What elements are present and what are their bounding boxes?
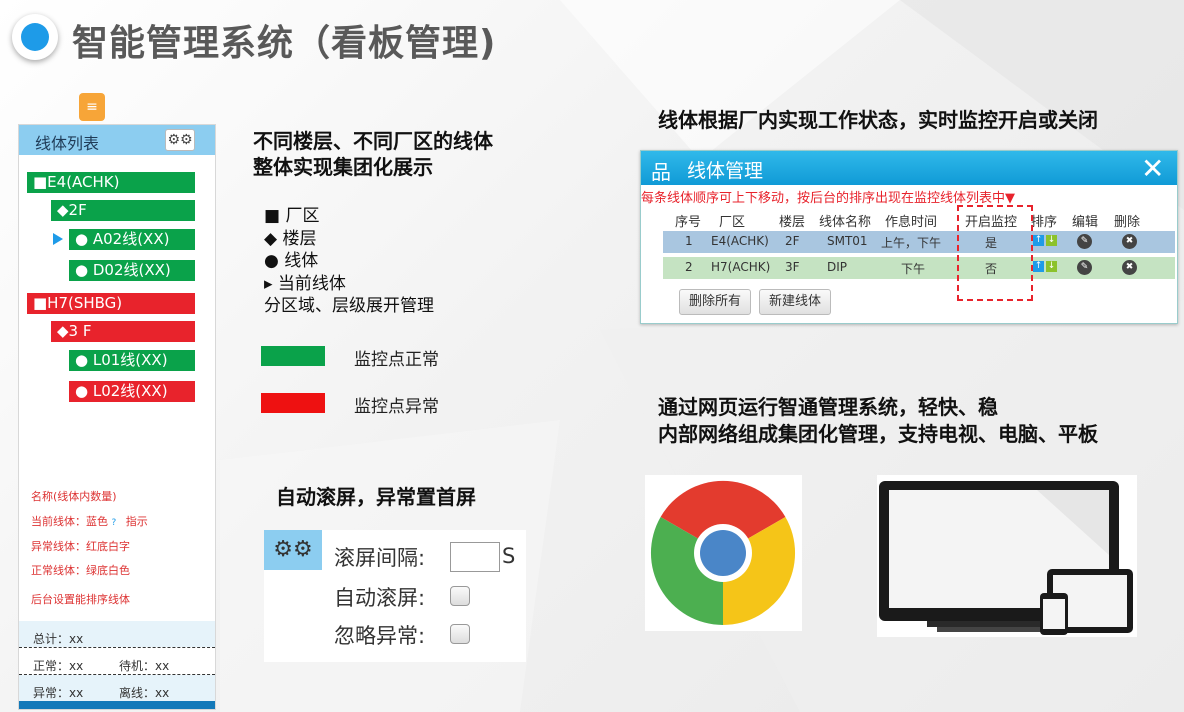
scroll-interval-label: 滚屏间隔: bbox=[334, 546, 426, 570]
col-header-delete: 删除 bbox=[1114, 215, 1141, 230]
line-management-dialog: 品 线体管理 ✕ 每条线体顺序可上下移动，按后台的排序出现在监控线体列表中▼ 序… bbox=[640, 150, 1178, 324]
cell-schedule: 下午 bbox=[901, 262, 926, 276]
scroll-interval-input[interactable] bbox=[450, 542, 500, 572]
sidebar-footer-bar bbox=[19, 701, 215, 709]
stat-offline: 离线：xx bbox=[119, 686, 170, 700]
dialog-note: 每条线体顺序可上下移动，按后台的排序出现在监控线体列表中▼ bbox=[641, 191, 1015, 206]
normal-legend-label: 监控点正常 bbox=[354, 350, 439, 370]
scroll-interval-unit: S bbox=[502, 544, 516, 568]
edit-icon[interactable]: ✎ bbox=[1077, 260, 1092, 275]
delete-icon[interactable]: ✖ bbox=[1122, 260, 1137, 275]
auto-scroll-checkbox[interactable] bbox=[450, 586, 470, 606]
cell-line-name: DIP bbox=[827, 260, 848, 274]
delete-all-button[interactable]: 删除所有 bbox=[679, 289, 752, 315]
monitor-column-highlight bbox=[957, 205, 1033, 301]
tree-node-line-a02[interactable]: ● A02线(XX) bbox=[69, 229, 195, 250]
new-line-button[interactable]: 新建线体 bbox=[759, 289, 832, 315]
tree-node-factory-e4[interactable]: ■E4(ACHK) bbox=[27, 172, 195, 193]
current-line-arrow-icon bbox=[53, 233, 63, 245]
dialog-titlebar: 品 线体管理 ✕ bbox=[641, 151, 1177, 185]
cell-factory: H7(ACHK) bbox=[711, 260, 771, 274]
cell-floor: 3F bbox=[785, 260, 800, 274]
legend-current-note: 当前线体：蓝色 ? 指示 bbox=[31, 513, 148, 529]
ignore-abnormal-checkbox[interactable] bbox=[450, 624, 470, 644]
bullet-zoning-note: 分区域、层级展开管理 bbox=[264, 296, 434, 316]
sort-down-icon[interactable]: ↓ bbox=[1046, 235, 1057, 246]
cell-line-name: SMT01 bbox=[827, 234, 868, 248]
monitor-heading: 线体根据厂内实现工作状态，实时监控开启或关闭 bbox=[658, 108, 1098, 132]
legend-name-note: 名称(线体内数量) bbox=[31, 490, 117, 503]
line-list-title: 线体列表 bbox=[35, 134, 100, 153]
close-icon[interactable]: ✕ bbox=[1141, 152, 1164, 185]
col-header-schedule: 作息时间 bbox=[885, 215, 938, 230]
stat-divider bbox=[19, 674, 215, 675]
sort-down-icon[interactable]: ↓ bbox=[1046, 261, 1057, 272]
cell-factory: E4(ACHK) bbox=[711, 234, 769, 248]
bullet-current-line: ▸ 当前线体 bbox=[264, 273, 346, 294]
middle-heading-line1: 不同楼层、不同厂区的线体 bbox=[253, 129, 493, 153]
legend-current-marker: ? bbox=[111, 518, 117, 528]
col-header-floor: 楼层 bbox=[779, 215, 806, 230]
chrome-logo-card bbox=[645, 475, 802, 631]
web-heading-line1: 通过网页运行智通管理系统，轻快、稳 bbox=[658, 395, 998, 419]
legend-current-prefix: 当前线体：蓝色 bbox=[31, 515, 108, 528]
legend-normal-note: 正常线体：绿底白色 bbox=[31, 564, 130, 577]
chrome-browser-icon bbox=[650, 480, 796, 625]
stat-standby: 待机：xx bbox=[119, 659, 170, 673]
title-bullet-icon bbox=[12, 14, 58, 60]
web-heading-line2: 内部网络组成集团化管理，支持电视、电脑、平板 bbox=[658, 422, 1098, 446]
sitemap-icon: 品 bbox=[651, 160, 671, 184]
table-row[interactable]: 2 H7(ACHK) 3F DIP 下午 否 ↑ ↓ ✎ ✖ bbox=[663, 257, 1175, 279]
scroll-settings-panel: ⚙⚙ 滚屏间隔: S 自动滚屏: 忽略异常: bbox=[264, 530, 526, 662]
line-list-header: 线体列表 ⚙⚙ bbox=[19, 125, 215, 155]
line-list-panel: 线体列表 ⚙⚙ ■E4(ACHK) ◆2F ● A02线(XX) ● D02线(… bbox=[18, 124, 216, 710]
tree-node-factory-h7[interactable]: ■H7(SHBG) bbox=[27, 293, 195, 314]
legend-current-suffix: 指示 bbox=[125, 515, 148, 528]
devices-card bbox=[877, 475, 1137, 637]
stat-divider bbox=[19, 647, 215, 648]
tv-computer-tablet-icon bbox=[879, 481, 1133, 635]
hierarchy-bullet-list: ■ 厂区 ◆ 楼层 ● 线体 ▸ 当前线体 分区域、层级展开管理 bbox=[264, 205, 434, 318]
bullet-line: ● 线体 bbox=[264, 251, 319, 271]
cell-floor: 2F bbox=[785, 234, 800, 248]
bullet-factory: ■ 厂区 bbox=[264, 206, 320, 226]
cell-schedule: 上午，下午 bbox=[881, 236, 942, 250]
table-row[interactable]: 1 E4(ACHK) 2F SMT01 上午，下午 是 ↑ ↓ ✎ ✖ bbox=[663, 231, 1175, 253]
dialog-title: 线体管理 bbox=[687, 160, 764, 182]
stat-abnormal: 异常：xx bbox=[33, 686, 84, 700]
gear-icon[interactable]: ⚙⚙ bbox=[264, 530, 322, 570]
abnormal-legend-label: 监控点异常 bbox=[354, 397, 439, 417]
delete-icon[interactable]: ✖ bbox=[1122, 234, 1137, 249]
cell-no: 2 bbox=[685, 260, 693, 274]
col-header-factory: 厂区 bbox=[719, 215, 746, 230]
col-header-line-name: 线体名称 bbox=[819, 215, 872, 230]
tree-node-floor-3f[interactable]: ◆3 F bbox=[51, 321, 195, 342]
stat-total: 总计：xx bbox=[33, 632, 84, 646]
cell-no: 1 bbox=[685, 234, 693, 248]
ignore-abnormal-label: 忽略异常: bbox=[334, 624, 426, 648]
page-title: 智能管理系统（看板管理) bbox=[72, 23, 497, 64]
edit-icon[interactable]: ✎ bbox=[1077, 234, 1092, 249]
tree-node-line-d02[interactable]: ● D02线(XX) bbox=[69, 260, 195, 281]
stat-normal: 正常：xx bbox=[33, 659, 84, 673]
tree-node-line-l01[interactable]: ● L01线(XX) bbox=[69, 350, 195, 371]
normal-swatch bbox=[261, 346, 325, 366]
col-header-no: 序号 bbox=[675, 215, 702, 230]
legend-abnormal-note: 异常线体：红底白字 bbox=[31, 540, 130, 553]
scroll-heading: 自动滚屏，异常置首屏 bbox=[276, 485, 476, 509]
auto-scroll-label: 自动滚屏: bbox=[334, 586, 426, 610]
tree-node-floor-2f[interactable]: ◆2F bbox=[51, 200, 195, 221]
col-header-edit: 编辑 bbox=[1072, 215, 1099, 230]
middle-heading-line2: 整体实现集团化展示 bbox=[253, 155, 433, 179]
bullet-floor: ◆ 楼层 bbox=[264, 228, 317, 249]
document-icon[interactable]: ≡ bbox=[79, 93, 105, 121]
legend-sort-note: 后台设置能排序线体 bbox=[31, 593, 130, 606]
abnormal-swatch bbox=[261, 393, 325, 413]
sort-up-icon[interactable]: ↑ bbox=[1033, 235, 1044, 246]
sort-up-icon[interactable]: ↑ bbox=[1033, 261, 1044, 272]
gear-icon[interactable]: ⚙⚙ bbox=[165, 129, 195, 151]
col-header-sort: 排序 bbox=[1031, 215, 1058, 230]
tree-node-line-l02[interactable]: ● L02线(XX) bbox=[69, 381, 195, 402]
